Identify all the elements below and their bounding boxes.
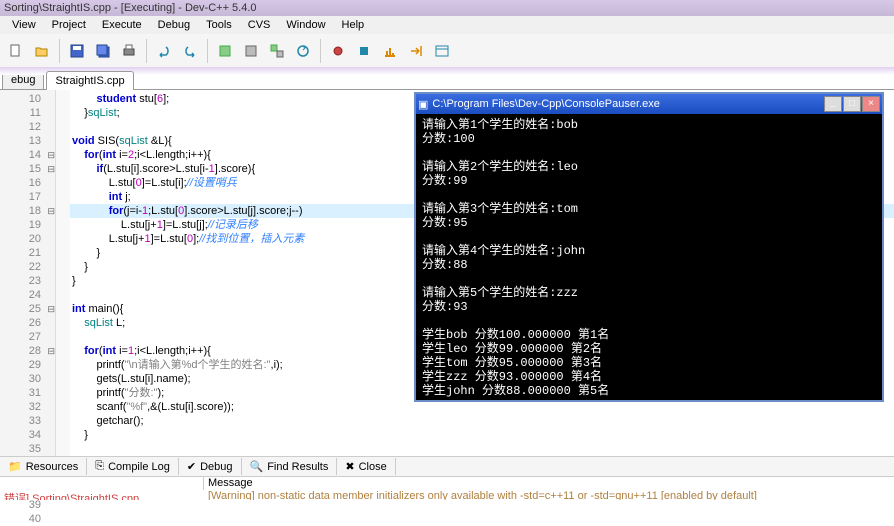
line-number[interactable]: 18	[0, 204, 55, 218]
line-number[interactable]: 31	[0, 386, 55, 400]
new-file-icon[interactable]	[4, 39, 28, 63]
line-number[interactable]: 21	[0, 246, 55, 260]
line-gutter: 1011121314151617181920212223242526272829…	[0, 90, 56, 470]
goto-icon[interactable]	[404, 39, 428, 63]
compile-run-icon[interactable]	[265, 39, 289, 63]
window-icon[interactable]	[430, 39, 454, 63]
console-titlebar[interactable]: ▣ C:\Program Files\Dev-Cpp\ConsolePauser…	[416, 94, 882, 114]
menu-project[interactable]: Project	[44, 16, 94, 34]
bottom-tab-compile-log[interactable]: ⎘Compile Log	[87, 458, 179, 475]
tab-file[interactable]: StraightIS.cpp	[46, 71, 133, 90]
line-number[interactable]: 19	[0, 218, 55, 232]
close-button[interactable]: ×	[862, 96, 880, 112]
tab-icon: 🔍	[250, 460, 264, 473]
tab-icon: 📁	[8, 460, 22, 473]
message-text: [Warning] non-static data member initial…	[204, 490, 894, 500]
bottom-tab-find-results[interactable]: 🔍Find Results	[242, 458, 338, 475]
line-number[interactable]: 22	[0, 260, 55, 274]
line-number[interactable]: 34	[0, 428, 55, 442]
line-number[interactable]: 23	[0, 274, 55, 288]
save-all-icon[interactable]	[91, 39, 115, 63]
tab-icon: ⎘	[95, 460, 104, 473]
line-number[interactable]: 20	[0, 232, 55, 246]
line-number[interactable]: 39	[0, 498, 55, 512]
bottom-tab-close[interactable]: ✖Close	[337, 458, 395, 475]
menu-cvs[interactable]: CVS	[240, 16, 279, 34]
line-number[interactable]: 13	[0, 134, 55, 148]
line-number[interactable]: 17	[0, 190, 55, 204]
menu-tools[interactable]: Tools	[198, 16, 240, 34]
console-title-text: C:\Program Files\Dev-Cpp\ConsolePauser.e…	[428, 98, 823, 110]
line-number[interactable]: 14	[0, 148, 55, 162]
line-number[interactable]: 35	[0, 442, 55, 456]
undo-icon[interactable]	[152, 39, 176, 63]
message-header: Message	[0, 476, 894, 490]
line-number[interactable]: 40	[0, 512, 55, 526]
save-icon[interactable]	[65, 39, 89, 63]
console-app-icon: ▣	[418, 98, 428, 111]
maximize-button[interactable]: □	[843, 96, 861, 112]
tab-icon: ✔	[187, 460, 196, 473]
compile-icon[interactable]	[213, 39, 237, 63]
bottom-tab-debug[interactable]: ✔Debug	[179, 458, 242, 475]
menu-execute[interactable]: Execute	[94, 16, 150, 34]
line-number[interactable]: 29	[0, 358, 55, 372]
line-number[interactable]: 24	[0, 288, 55, 302]
minimize-button[interactable]: _	[824, 96, 842, 112]
message-file: 错误] Sorting\StraightIS.cpp	[0, 490, 204, 500]
line-number[interactable]: 26	[0, 316, 55, 330]
col-message: Message	[204, 477, 894, 490]
line-number[interactable]: 12	[0, 120, 55, 134]
rebuild-icon[interactable]	[291, 39, 315, 63]
bottom-panel-tabs: 📁Resources⎘Compile Log✔Debug🔍Find Result…	[0, 456, 894, 476]
line-number[interactable]: 33	[0, 414, 55, 428]
line-number[interactable]: 16	[0, 176, 55, 190]
line-number[interactable]: 15	[0, 162, 55, 176]
menu-bar: ViewProjectExecuteDebugToolsCVSWindowHel…	[0, 16, 894, 34]
line-number[interactable]: 10	[0, 92, 55, 106]
console-window: ▣ C:\Program Files\Dev-Cpp\ConsolePauser…	[414, 92, 884, 402]
code-line[interactable]	[70, 442, 894, 456]
col-file	[0, 477, 204, 490]
menu-help[interactable]: Help	[334, 16, 373, 34]
profile-icon[interactable]	[378, 39, 402, 63]
line-number[interactable]: 27	[0, 330, 55, 344]
menu-view[interactable]: View	[4, 16, 44, 34]
window-titlebar: Sorting\StraightIS.cpp - [Executing] - D…	[0, 0, 894, 16]
console-output[interactable]: 请输入第1个学生的姓名:bob 分数:100 请输入第2个学生的姓名:leo 分…	[416, 114, 882, 444]
line-number[interactable]: 25	[0, 302, 55, 316]
line-number[interactable]: 11	[0, 106, 55, 120]
line-number[interactable]: 30	[0, 372, 55, 386]
print-icon[interactable]	[117, 39, 141, 63]
line-number[interactable]: 28	[0, 344, 55, 358]
menu-debug[interactable]: Debug	[150, 16, 198, 34]
message-row[interactable]: 错误] Sorting\StraightIS.cpp [Warning] non…	[0, 490, 894, 500]
menu-window[interactable]: Window	[278, 16, 333, 34]
redo-icon[interactable]	[178, 39, 202, 63]
toolbar	[0, 34, 894, 68]
tab-icon: ✖	[345, 460, 354, 473]
bottom-tab-resources[interactable]: 📁Resources	[0, 458, 87, 475]
stop-icon[interactable]	[352, 39, 376, 63]
debug-icon[interactable]	[326, 39, 350, 63]
line-number[interactable]: 32	[0, 400, 55, 414]
debug-gutter[interactable]	[56, 90, 70, 470]
open-icon[interactable]	[30, 39, 54, 63]
run-icon[interactable]	[239, 39, 263, 63]
